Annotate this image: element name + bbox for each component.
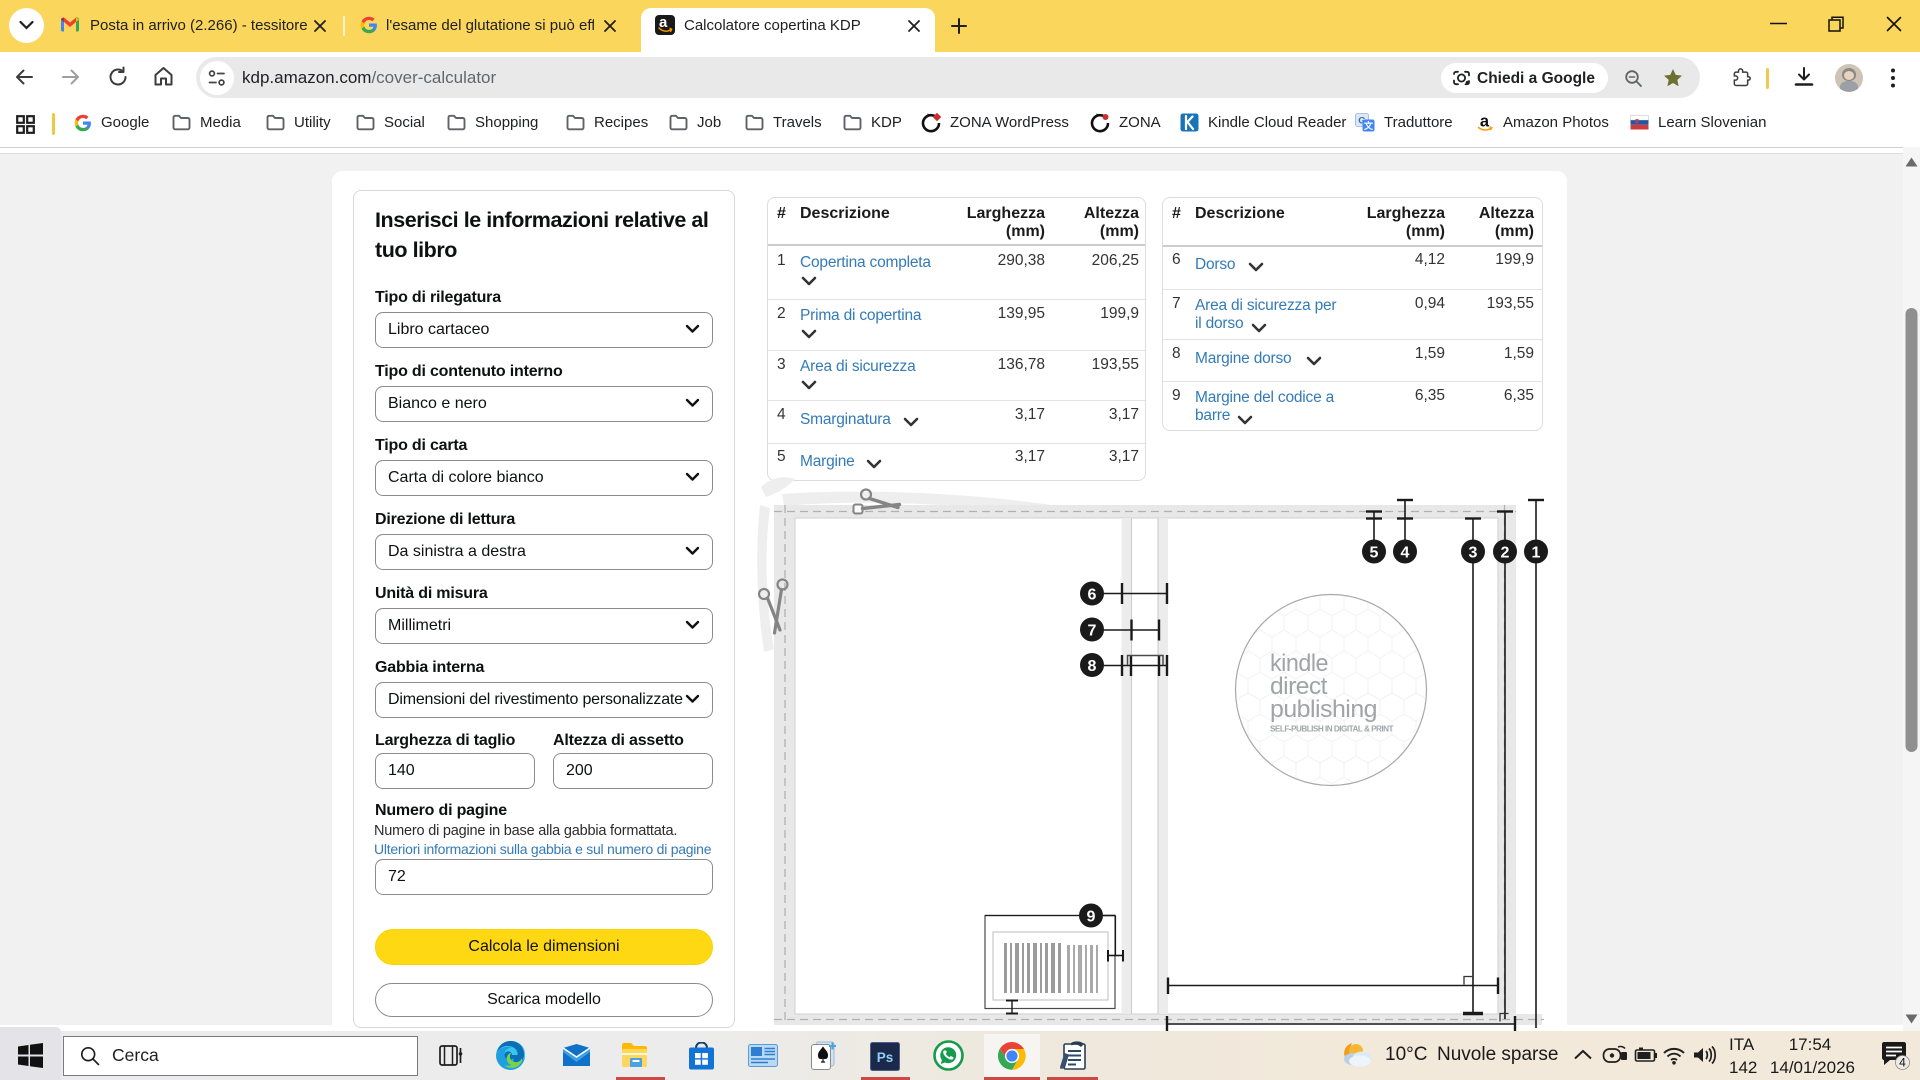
- svg-text:5: 5: [1370, 545, 1379, 562]
- svg-text:2: 2: [1501, 545, 1510, 562]
- svg-text:7: 7: [1088, 623, 1097, 640]
- svg-text:8: 8: [1088, 658, 1097, 675]
- svg-text:4: 4: [1899, 1056, 1906, 1070]
- svg-text:SELF-PUBLISH IN DIGITAL & PRIN: SELF-PUBLISH IN DIGITAL & PRINT: [1270, 725, 1394, 734]
- svg-text:Ps: Ps: [877, 1050, 894, 1065]
- svg-text:3: 3: [1469, 545, 1478, 562]
- svg-text:publishing: publishing: [1270, 696, 1377, 723]
- svg-text:文: 文: [1363, 120, 1374, 131]
- svg-text:4: 4: [1401, 545, 1410, 562]
- svg-text:6: 6: [1088, 587, 1097, 604]
- svg-text:a: a: [1480, 113, 1490, 131]
- svg-text:1: 1: [1532, 545, 1541, 562]
- svg-text:9: 9: [1087, 909, 1096, 926]
